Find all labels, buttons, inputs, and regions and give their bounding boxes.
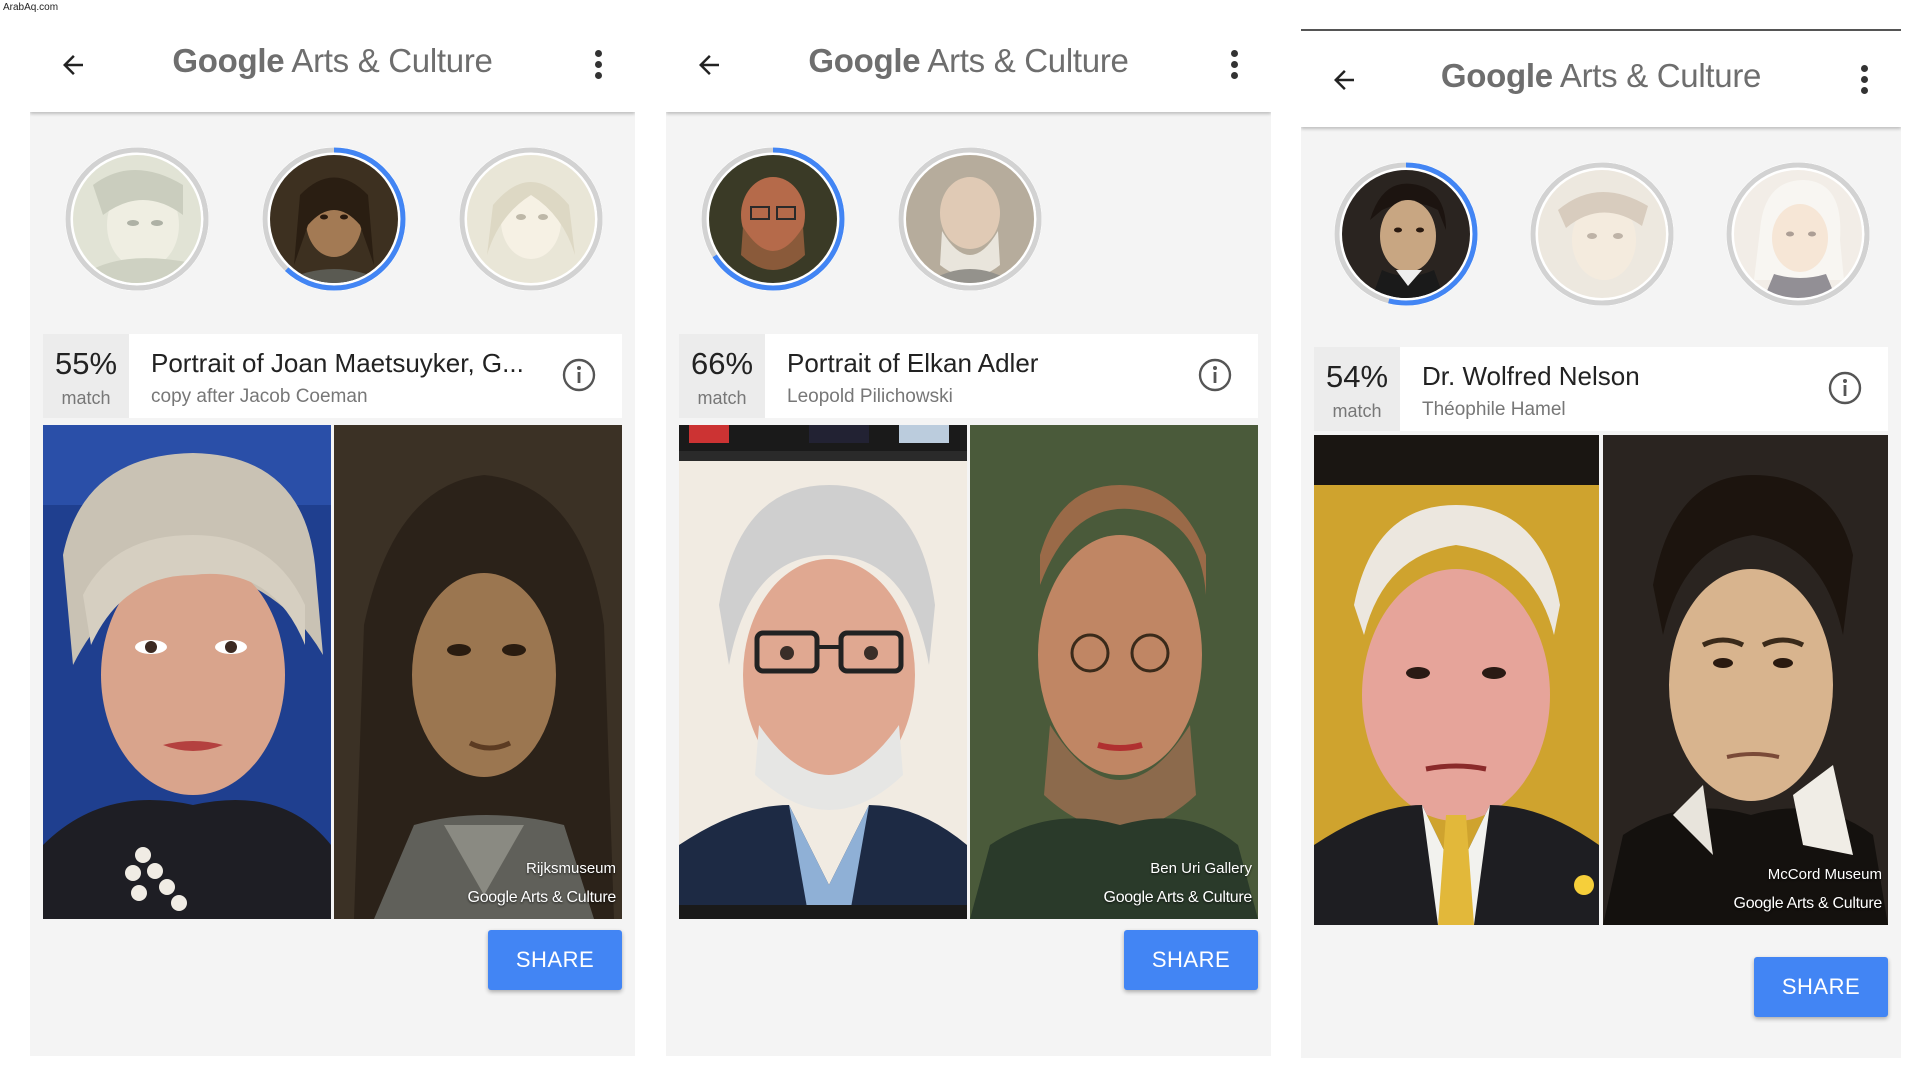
- match-score: 54% match: [1314, 347, 1400, 431]
- screen-3: Google Arts & Culture 54% match Dr. Wolf…: [1301, 29, 1901, 1058]
- portrait-thumbnail-image: [906, 155, 1034, 283]
- match-carousel: [1301, 127, 1901, 317]
- match-thumbnail-selected[interactable]: [257, 142, 411, 296]
- match-info-card: 55% match Portrait of Joan Maetsuyker, G…: [43, 334, 622, 418]
- match-thumbnail[interactable]: [60, 142, 214, 296]
- arts-culture-watermark: Google Arts & Culture: [1733, 895, 1883, 912]
- portrait-thumbnail-image: [1734, 170, 1862, 298]
- matched-portrait-image: Rijksmuseum Google Arts & Culture: [334, 425, 622, 919]
- match-label: match: [1332, 401, 1382, 421]
- user-selfie-image: [43, 425, 331, 919]
- info-icon[interactable]: [1198, 358, 1232, 392]
- match-thumbnail[interactable]: [1721, 157, 1875, 311]
- portrait-thumbnail-image: [467, 155, 595, 283]
- app-bar: Google Arts & Culture: [666, 16, 1271, 112]
- match-carousel: [666, 112, 1271, 302]
- app-bar: Google Arts & Culture: [30, 16, 635, 112]
- match-thumbnail[interactable]: [1525, 157, 1679, 311]
- match-label: match: [61, 388, 111, 408]
- portrait-thumbnail-image: [1342, 170, 1470, 298]
- match-thumbnail-selected[interactable]: [696, 142, 850, 296]
- more-options-icon[interactable]: [1859, 65, 1869, 97]
- artist-name: Théophile Hamel: [1422, 399, 1566, 420]
- museum-credit: Rijksmuseum: [525, 860, 616, 877]
- match-info-card: 54% match Dr. Wolfred Nelson Théophile H…: [1314, 347, 1888, 431]
- user-selfie-image: [1314, 435, 1599, 925]
- match-thumbnail[interactable]: [454, 142, 608, 296]
- more-options-icon[interactable]: [1229, 50, 1239, 82]
- match-thumbnail-selected[interactable]: [1329, 157, 1483, 311]
- portrait-thumbnail-image: [73, 155, 201, 283]
- matched-portrait-image: McCord Museum Google Arts & Culture: [1603, 435, 1888, 925]
- match-percent: 55%: [54, 346, 118, 381]
- portrait-thumbnail-image: [1538, 170, 1666, 298]
- screen-2: Google Arts & Culture 66% match Portrait…: [666, 16, 1271, 1056]
- matched-portrait-image: Ben Uri Gallery Google Arts & Culture: [970, 425, 1258, 919]
- match-carousel: [30, 112, 635, 302]
- info-icon[interactable]: [562, 358, 596, 392]
- comparison-images: Rijksmuseum Google Arts & Culture: [43, 425, 622, 919]
- share-button[interactable]: SHARE: [1754, 957, 1888, 1017]
- artwork-title[interactable]: Dr. Wolfred Nelson: [1422, 361, 1640, 392]
- match-percent: 54%: [1325, 359, 1389, 394]
- user-selfie-image: [679, 425, 967, 919]
- share-button[interactable]: SHARE: [488, 930, 622, 990]
- match-thumbnail[interactable]: [893, 142, 1047, 296]
- match-info-card: 66% match Portrait of Elkan Adler Leopol…: [679, 334, 1258, 418]
- match-score: 66% match: [679, 334, 765, 418]
- artist-name: Leopold Pilichowski: [787, 386, 953, 407]
- app-logo: Google Arts & Culture: [172, 42, 493, 79]
- arts-culture-watermark: Google Arts & Culture: [467, 889, 617, 906]
- museum-credit: Ben Uri Gallery: [1150, 860, 1252, 877]
- comparison-images: Ben Uri Gallery Google Arts & Culture: [679, 425, 1258, 919]
- artist-name: copy after Jacob Coeman: [151, 386, 368, 407]
- arts-culture-watermark: Google Arts & Culture: [1103, 889, 1253, 906]
- info-icon[interactable]: [1828, 371, 1862, 405]
- portrait-thumbnail-image: [270, 155, 398, 283]
- museum-credit: McCord Museum: [1767, 866, 1882, 883]
- app-bar: Google Arts & Culture: [1301, 31, 1901, 127]
- screen-1: Google Arts & Culture 55% match Portrait…: [30, 16, 635, 1056]
- match-percent: 66%: [690, 346, 754, 381]
- match-label: match: [697, 388, 747, 408]
- more-options-icon[interactable]: [593, 50, 603, 82]
- artwork-title[interactable]: Portrait of Elkan Adler: [787, 348, 1038, 379]
- artwork-title[interactable]: Portrait of Joan Maetsuyker, G...: [151, 348, 524, 379]
- portrait-thumbnail-image: [709, 155, 837, 283]
- match-score: 55% match: [43, 334, 129, 418]
- comparison-images: McCord Museum Google Arts & Culture: [1314, 435, 1888, 925]
- app-logo: Google Arts & Culture: [1440, 57, 1762, 94]
- site-watermark: ArabAq.com: [3, 2, 59, 13]
- share-button[interactable]: SHARE: [1124, 930, 1258, 990]
- app-logo: Google Arts & Culture: [808, 42, 1129, 79]
